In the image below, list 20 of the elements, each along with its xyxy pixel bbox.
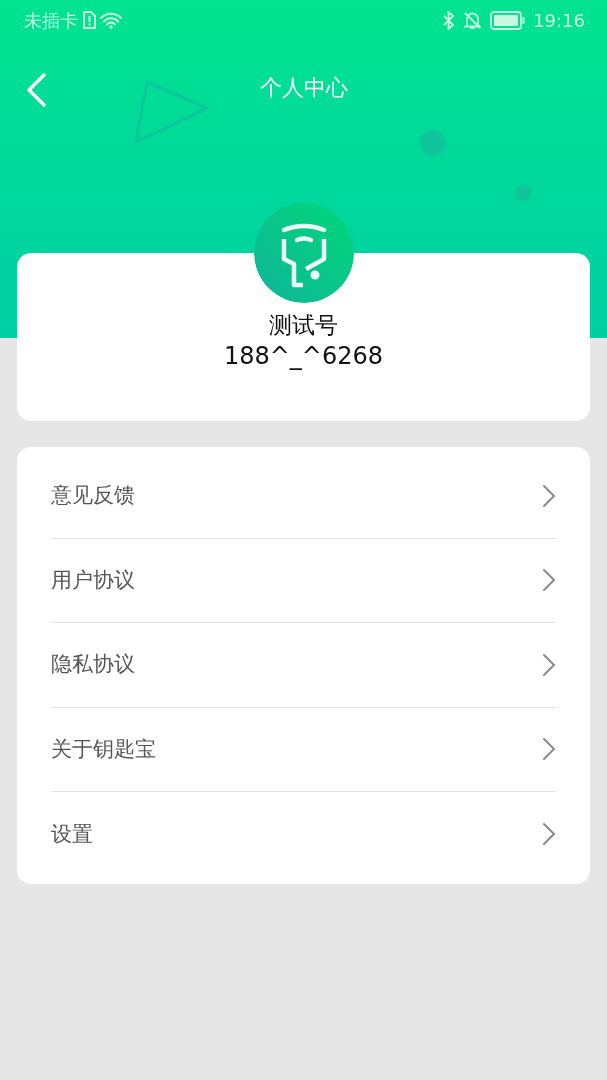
chevron-right-icon: [542, 737, 556, 762]
bell-off-icon: [463, 10, 483, 30]
carrier-text: 未插卡: [24, 8, 78, 33]
clock-text: 19:16: [533, 8, 585, 33]
chevron-right-icon: [542, 822, 556, 847]
menu-item[interactable]: 设置: [51, 792, 556, 877]
menu-item[interactable]: 用户协议: [51, 538, 556, 623]
menu-item[interactable]: 隐私协议: [51, 623, 556, 708]
page-title: 个人中心: [259, 74, 348, 102]
sim-alert-icon: [82, 11, 96, 29]
chevron-right-icon: [542, 652, 556, 677]
menu-item[interactable]: 意见反馈: [51, 454, 556, 539]
chevron-right-icon: [542, 568, 556, 593]
battery-icon: [490, 10, 526, 30]
wifi-icon: [100, 11, 122, 29]
bluetooth-icon: [443, 10, 456, 30]
user-name: 测试号: [269, 311, 338, 340]
chevron-right-icon: [542, 483, 556, 508]
phone-number: 188^_^6268: [223, 340, 384, 372]
menu-item[interactable]: 关于钥匙宝: [51, 707, 556, 792]
